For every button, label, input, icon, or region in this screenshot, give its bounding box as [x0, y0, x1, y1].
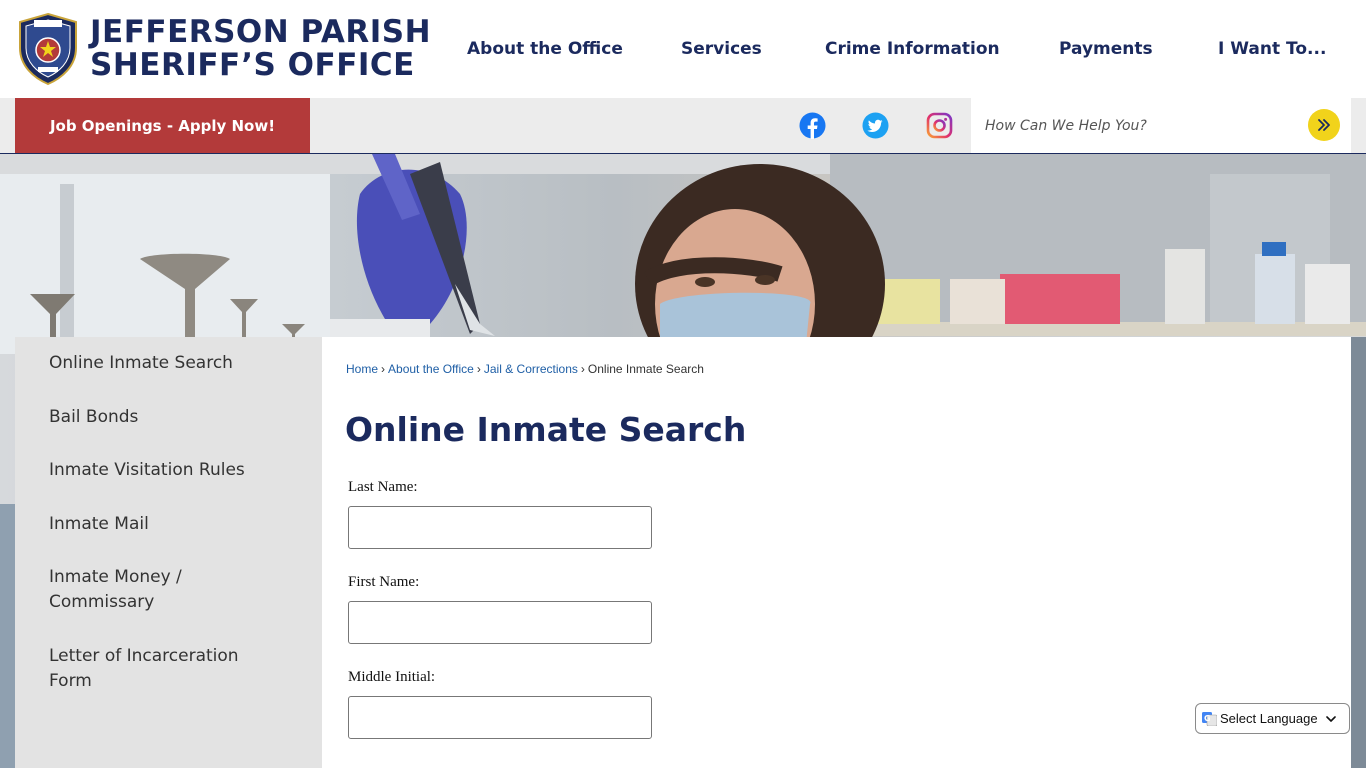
middle-initial-field[interactable] — [348, 696, 652, 739]
breadcrumb-separator: › — [476, 362, 481, 376]
breadcrumb-current: Online Inmate Search — [587, 362, 704, 376]
search-submit-button[interactable] — [1308, 109, 1340, 141]
page-title: Online Inmate Search — [345, 410, 747, 449]
job-openings-button[interactable]: Job Openings - Apply Now! — [15, 98, 310, 153]
sidebar-item-bail-bonds[interactable]: Bail Bonds — [49, 405, 289, 430]
breadcrumb-home[interactable]: Home — [346, 362, 378, 376]
last-name-label: Last Name: — [348, 479, 418, 495]
breadcrumb-about-the-office[interactable]: About the Office — [388, 362, 474, 376]
twitter-icon[interactable] — [862, 112, 889, 139]
facebook-icon[interactable] — [799, 112, 826, 139]
site-logo[interactable]: JEFFERSON PARISH SHERIFF’S OFFICE — [14, 10, 434, 88]
nav-about-the-office[interactable]: About the Office — [467, 39, 623, 59]
main-nav: About the Office Services Crime Informat… — [440, 0, 1360, 98]
first-name-field[interactable] — [348, 601, 652, 644]
nav-payments[interactable]: Payments — [1059, 39, 1153, 59]
breadcrumb-jail-corrections[interactable]: Jail & Corrections — [484, 362, 578, 376]
language-select[interactable]: G Select Language — [1195, 703, 1350, 734]
last-name-field[interactable] — [348, 506, 652, 549]
site-header: JEFFERSON PARISH SHERIFF’S OFFICE About … — [0, 0, 1366, 98]
middle-initial-label: Middle Initial: — [348, 669, 436, 685]
nav-services[interactable]: Services — [681, 39, 762, 59]
sidebar-item-inmate-mail[interactable]: Inmate Mail — [49, 512, 289, 537]
nav-crime-information[interactable]: Crime Information — [825, 39, 1000, 59]
logo-line-2: SHERIFF’S OFFICE — [90, 47, 415, 83]
nav-i-want-to[interactable]: I Want To... — [1218, 39, 1326, 59]
sidebar-item-online-inmate-search[interactable]: Online Inmate Search — [49, 351, 289, 376]
sidebar-item-inmate-visitation-rules[interactable]: Inmate Visitation Rules — [49, 458, 289, 483]
double-chevron-right-icon — [1318, 119, 1330, 131]
sheriff-badge-icon — [19, 12, 77, 86]
instagram-icon[interactable] — [926, 112, 953, 139]
language-select-label: Select Language — [1220, 711, 1318, 726]
sidebar-nav: Online Inmate Search Bail Bonds Inmate V… — [15, 337, 322, 768]
site-search — [971, 98, 1351, 153]
breadcrumb: Home › About the Office › Jail & Corrections… — [346, 362, 704, 376]
utility-bar: Job Openings - Apply Now! — [0, 98, 1366, 154]
google-translate-icon: G — [1202, 712, 1217, 726]
logo-text: JEFFERSON PARISH SHERIFF’S OFFICE — [90, 16, 431, 82]
sidebar-item-inmate-money-commissary[interactable]: Inmate Money / Commissary — [49, 565, 209, 615]
sidebar-item-letter-of-incarceration-form[interactable]: Letter of Incarceration Form — [49, 644, 249, 694]
search-input[interactable] — [985, 110, 1285, 141]
logo-line-1: JEFFERSON PARISH — [90, 14, 432, 50]
breadcrumb-separator: › — [580, 362, 585, 376]
chevron-down-icon — [1325, 715, 1336, 722]
first-name-label: First Name: — [348, 574, 420, 590]
svg-text:G: G — [1204, 714, 1211, 723]
breadcrumb-separator: › — [381, 362, 386, 376]
